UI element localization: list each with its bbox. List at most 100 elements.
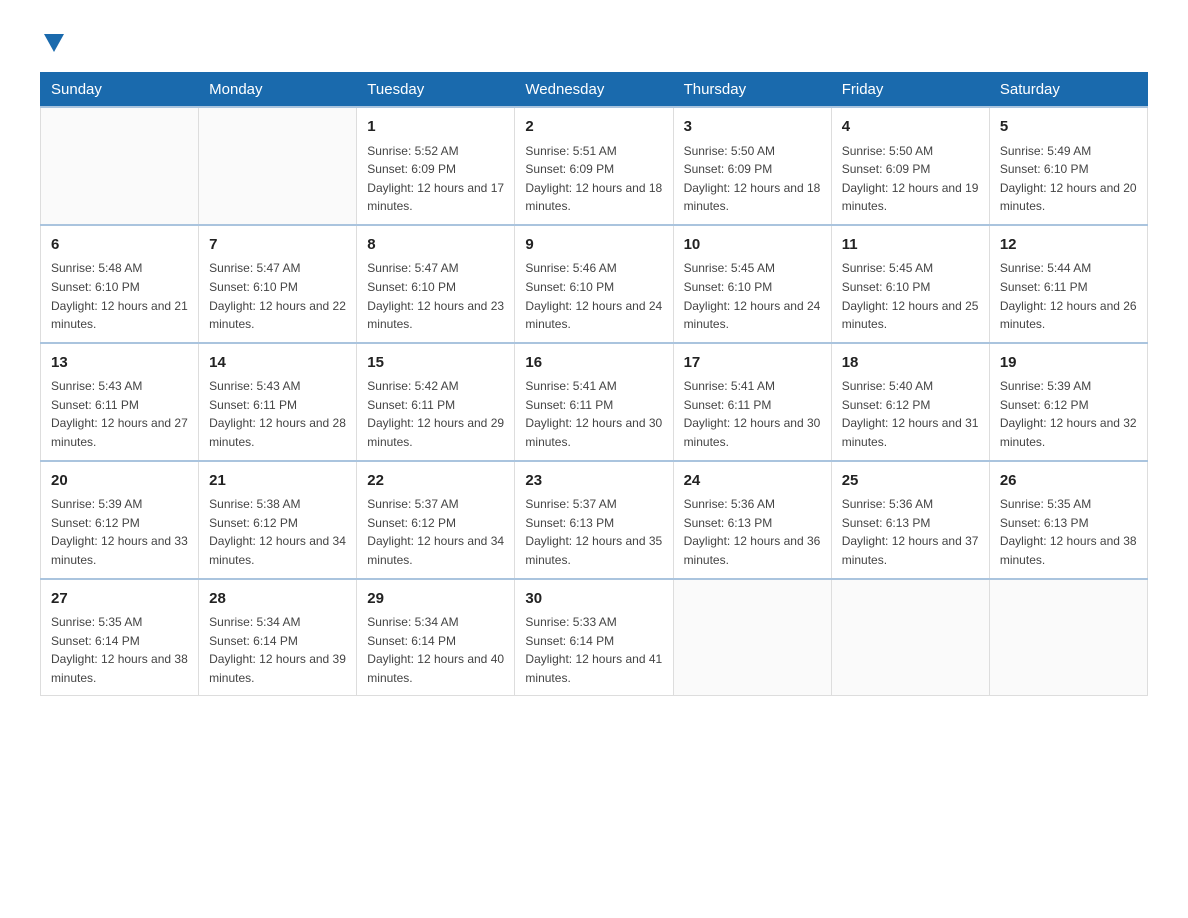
day-number: 28	[209, 588, 346, 611]
day-number: 10	[684, 234, 821, 257]
day-info: Sunrise: 5:48 AMSunset: 6:10 PMDaylight:…	[51, 259, 188, 333]
day-number: 18	[842, 352, 979, 375]
calendar-cell: 17Sunrise: 5:41 AMSunset: 6:11 PMDayligh…	[673, 343, 831, 461]
calendar-cell: 26Sunrise: 5:35 AMSunset: 6:13 PMDayligh…	[989, 461, 1147, 579]
col-header-saturday: Saturday	[989, 73, 1147, 108]
calendar-cell	[989, 579, 1147, 696]
calendar-cell: 14Sunrise: 5:43 AMSunset: 6:11 PMDayligh…	[199, 343, 357, 461]
calendar-cell: 5 Sunrise: 5:49 AMSunset: 6:10 PMDaylight…	[989, 107, 1147, 225]
calendar-week-3: 13Sunrise: 5:43 AMSunset: 6:11 PMDayligh…	[41, 343, 1148, 461]
day-info: Sunrise: 5:41 AMSunset: 6:11 PMDaylight:…	[684, 377, 821, 451]
day-info: Sunrise: 5:42 AMSunset: 6:11 PMDaylight:…	[367, 377, 504, 451]
calendar-cell: 16Sunrise: 5:41 AMSunset: 6:11 PMDayligh…	[515, 343, 673, 461]
calendar-cell: 13Sunrise: 5:43 AMSunset: 6:11 PMDayligh…	[41, 343, 199, 461]
calendar-cell: 22Sunrise: 5:37 AMSunset: 6:12 PMDayligh…	[357, 461, 515, 579]
day-info: Sunrise: 5:38 AMSunset: 6:12 PMDaylight:…	[209, 495, 346, 569]
col-header-monday: Monday	[199, 73, 357, 108]
day-info: Sunrise: 5:34 AMSunset: 6:14 PMDaylight:…	[367, 613, 504, 687]
day-info: Sunrise: 5:47 AMSunset: 6:10 PMDaylight:…	[209, 259, 346, 333]
day-info: Sunrise: 5:49 AMSunset: 6:10 PMDaylight:…	[1000, 142, 1137, 216]
day-info: Sunrise: 5:50 AMSunset: 6:09 PMDaylight:…	[842, 142, 979, 216]
day-info: Sunrise: 5:37 AMSunset: 6:13 PMDaylight:…	[525, 495, 662, 569]
day-info: Sunrise: 5:35 AMSunset: 6:13 PMDaylight:…	[1000, 495, 1137, 569]
day-number: 24	[684, 470, 821, 493]
day-number: 14	[209, 352, 346, 375]
day-info: Sunrise: 5:33 AMSunset: 6:14 PMDaylight:…	[525, 613, 662, 687]
logo-triangle-icon	[44, 34, 64, 52]
day-info: Sunrise: 5:34 AMSunset: 6:14 PMDaylight:…	[209, 613, 346, 687]
calendar-cell: 3 Sunrise: 5:50 AMSunset: 6:09 PMDaylight…	[673, 107, 831, 225]
calendar-week-4: 20Sunrise: 5:39 AMSunset: 6:12 PMDayligh…	[41, 461, 1148, 579]
calendar-cell	[199, 107, 357, 225]
col-header-thursday: Thursday	[673, 73, 831, 108]
day-number: 16	[525, 352, 662, 375]
day-number: 9	[525, 234, 662, 257]
col-header-sunday: Sunday	[41, 73, 199, 108]
calendar-cell: 23Sunrise: 5:37 AMSunset: 6:13 PMDayligh…	[515, 461, 673, 579]
calendar-cell: 4 Sunrise: 5:50 AMSunset: 6:09 PMDaylight…	[831, 107, 989, 225]
day-info: Sunrise: 5:43 AMSunset: 6:11 PMDaylight:…	[51, 377, 188, 451]
day-number: 21	[209, 470, 346, 493]
day-number: 1	[367, 116, 504, 139]
calendar-header: SundayMondayTuesdayWednesdayThursdayFrid…	[41, 73, 1148, 108]
calendar-cell: 6Sunrise: 5:48 AMSunset: 6:10 PMDaylight…	[41, 225, 199, 343]
calendar-cell	[673, 579, 831, 696]
day-number: 23	[525, 470, 662, 493]
day-number: 4	[842, 116, 979, 139]
day-number: 5	[1000, 116, 1137, 139]
day-info: Sunrise: 5:52 AMSunset: 6:09 PMDaylight:…	[367, 142, 504, 216]
day-number: 20	[51, 470, 188, 493]
col-header-friday: Friday	[831, 73, 989, 108]
day-number: 25	[842, 470, 979, 493]
calendar-cell: 7Sunrise: 5:47 AMSunset: 6:10 PMDaylight…	[199, 225, 357, 343]
day-number: 3	[684, 116, 821, 139]
day-info: Sunrise: 5:41 AMSunset: 6:11 PMDaylight:…	[525, 377, 662, 451]
day-info: Sunrise: 5:35 AMSunset: 6:14 PMDaylight:…	[51, 613, 188, 687]
day-number: 12	[1000, 234, 1137, 257]
calendar-week-2: 6Sunrise: 5:48 AMSunset: 6:10 PMDaylight…	[41, 225, 1148, 343]
day-number: 29	[367, 588, 504, 611]
day-info: Sunrise: 5:51 AMSunset: 6:09 PMDaylight:…	[525, 142, 662, 216]
day-info: Sunrise: 5:46 AMSunset: 6:10 PMDaylight:…	[525, 259, 662, 333]
calendar-cell: 25Sunrise: 5:36 AMSunset: 6:13 PMDayligh…	[831, 461, 989, 579]
calendar-cell: 15Sunrise: 5:42 AMSunset: 6:11 PMDayligh…	[357, 343, 515, 461]
day-info: Sunrise: 5:45 AMSunset: 6:10 PMDaylight:…	[684, 259, 821, 333]
day-info: Sunrise: 5:45 AMSunset: 6:10 PMDaylight:…	[842, 259, 979, 333]
calendar-week-5: 27Sunrise: 5:35 AMSunset: 6:14 PMDayligh…	[41, 579, 1148, 696]
day-info: Sunrise: 5:37 AMSunset: 6:12 PMDaylight:…	[367, 495, 504, 569]
calendar-cell: 20Sunrise: 5:39 AMSunset: 6:12 PMDayligh…	[41, 461, 199, 579]
calendar-week-1: 1 Sunrise: 5:52 AMSunset: 6:09 PMDaylight…	[41, 107, 1148, 225]
calendar-cell: 11Sunrise: 5:45 AMSunset: 6:10 PMDayligh…	[831, 225, 989, 343]
calendar-cell: 21Sunrise: 5:38 AMSunset: 6:12 PMDayligh…	[199, 461, 357, 579]
calendar-cell: 9Sunrise: 5:46 AMSunset: 6:10 PMDaylight…	[515, 225, 673, 343]
col-header-wednesday: Wednesday	[515, 73, 673, 108]
day-info: Sunrise: 5:36 AMSunset: 6:13 PMDaylight:…	[684, 495, 821, 569]
day-number: 19	[1000, 352, 1137, 375]
calendar-cell: 8Sunrise: 5:47 AMSunset: 6:10 PMDaylight…	[357, 225, 515, 343]
day-number: 30	[525, 588, 662, 611]
logo	[40, 30, 64, 52]
calendar-cell: 10Sunrise: 5:45 AMSunset: 6:10 PMDayligh…	[673, 225, 831, 343]
day-number: 6	[51, 234, 188, 257]
day-number: 26	[1000, 470, 1137, 493]
day-number: 27	[51, 588, 188, 611]
day-number: 17	[684, 352, 821, 375]
day-info: Sunrise: 5:43 AMSunset: 6:11 PMDaylight:…	[209, 377, 346, 451]
day-info: Sunrise: 5:44 AMSunset: 6:11 PMDaylight:…	[1000, 259, 1137, 333]
day-number: 15	[367, 352, 504, 375]
day-number: 8	[367, 234, 504, 257]
calendar-cell: 29Sunrise: 5:34 AMSunset: 6:14 PMDayligh…	[357, 579, 515, 696]
calendar-cell: 12Sunrise: 5:44 AMSunset: 6:11 PMDayligh…	[989, 225, 1147, 343]
calendar-cell: 2 Sunrise: 5:51 AMSunset: 6:09 PMDaylight…	[515, 107, 673, 225]
day-number: 22	[367, 470, 504, 493]
day-info: Sunrise: 5:40 AMSunset: 6:12 PMDaylight:…	[842, 377, 979, 451]
page-header	[40, 30, 1148, 52]
day-number: 2	[525, 116, 662, 139]
calendar-cell: 27Sunrise: 5:35 AMSunset: 6:14 PMDayligh…	[41, 579, 199, 696]
calendar-cell	[41, 107, 199, 225]
day-info: Sunrise: 5:50 AMSunset: 6:09 PMDaylight:…	[684, 142, 821, 216]
calendar-cell: 18Sunrise: 5:40 AMSunset: 6:12 PMDayligh…	[831, 343, 989, 461]
calendar-cell: 30Sunrise: 5:33 AMSunset: 6:14 PMDayligh…	[515, 579, 673, 696]
day-number: 13	[51, 352, 188, 375]
calendar-cell: 24Sunrise: 5:36 AMSunset: 6:13 PMDayligh…	[673, 461, 831, 579]
